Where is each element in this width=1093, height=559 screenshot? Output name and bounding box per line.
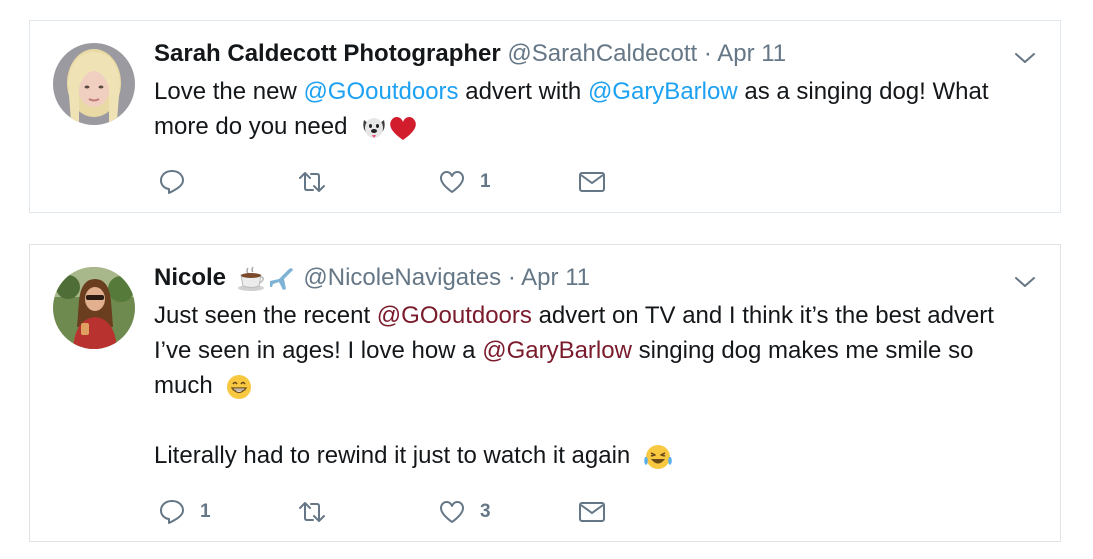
tweet-header: Sarah Caldecott Photographer @SarahCalde… xyxy=(154,39,786,69)
red-heart-emoji xyxy=(390,116,416,140)
avatar[interactable] xyxy=(53,43,135,125)
tweet-text-line: more do you need xyxy=(154,109,989,144)
tweet-date[interactable]: Apr 11 xyxy=(717,40,786,67)
tweet-card[interactable]: Sarah Caldecott Photographer @SarahCalde… xyxy=(29,20,1061,213)
user-handle[interactable]: @NicoleNavigates xyxy=(303,264,501,291)
retweet-icon xyxy=(299,172,325,192)
tweet-text: Just seen the recent @GOoutdoors advert … xyxy=(154,298,994,473)
mention-link[interactable]: @GOoutdoors xyxy=(303,78,458,105)
text-segment: advert with xyxy=(458,78,588,105)
reply-count: 1 xyxy=(200,501,211,522)
text-segment: advert on TV and I think it’s the best a… xyxy=(531,302,994,329)
tweet-card[interactable]: Nicole @NicoleNavigates · Apr 11 Just se… xyxy=(29,244,1061,542)
retweet-button[interactable] xyxy=(298,497,340,527)
tweet-header: Nicole @NicoleNavigates · Apr 11 xyxy=(154,263,590,293)
reply-button[interactable] xyxy=(158,167,200,197)
mention-link[interactable]: @GaryBarlow xyxy=(482,337,632,364)
grinning-face-emoji xyxy=(227,374,252,399)
tweet-text-line: Just seen the recent @GOoutdoors advert … xyxy=(154,298,994,333)
tweet-text-line: Literally had to rewind it just to watch… xyxy=(154,438,994,473)
direct-message-button[interactable] xyxy=(578,497,606,527)
text-segment: Literally had to rewind it just to watch… xyxy=(154,442,631,469)
heart-icon xyxy=(439,501,465,523)
text-segment: Love the new xyxy=(154,78,304,105)
display-name[interactable]: Sarah Caldecott Photographer xyxy=(154,40,501,67)
tweet-text: Love the new @GOoutdoors advert with @Ga… xyxy=(154,74,989,144)
retweet-button[interactable] xyxy=(298,167,340,197)
chevron-down-icon[interactable] xyxy=(1014,271,1036,293)
retweet-icon xyxy=(299,502,325,522)
like-button[interactable]: 3 xyxy=(438,497,491,527)
airplane-emoji xyxy=(269,267,293,290)
like-button[interactable]: 1 xyxy=(438,167,491,197)
envelope-icon xyxy=(579,172,605,192)
reply-button[interactable]: 1 xyxy=(158,497,211,527)
tweet-text-line: I’ve seen in ages! I love how a @GaryBar… xyxy=(154,333,994,368)
like-count: 3 xyxy=(480,501,491,522)
separator: · xyxy=(703,40,712,67)
chevron-down-icon[interactable] xyxy=(1014,47,1036,69)
text-segment: singing dog makes me smile so xyxy=(631,337,974,364)
tweet-text-line: Love the new @GOoutdoors advert with @Ga… xyxy=(154,74,989,109)
user-handle[interactable]: @SarahCaldecott xyxy=(507,40,697,67)
tweet-text-line: much xyxy=(154,368,994,403)
tears-of-joy-emoji xyxy=(644,444,672,469)
separator: · xyxy=(507,264,516,291)
dog-face-emoji xyxy=(363,117,385,138)
text-segment: much xyxy=(154,372,213,399)
heart-icon xyxy=(439,171,465,193)
tweet-date[interactable]: Apr 11 xyxy=(521,264,590,291)
hot-beverage-emoji xyxy=(237,266,264,291)
text-segment: I’ve seen in ages! I love how a xyxy=(154,337,483,364)
envelope-icon xyxy=(579,502,605,522)
mention-link[interactable]: @GOoutdoors xyxy=(377,302,532,329)
reply-icon xyxy=(160,500,184,524)
display-name[interactable]: Nicole xyxy=(154,264,226,291)
avatar[interactable] xyxy=(53,267,135,349)
like-count: 1 xyxy=(480,171,491,192)
direct-message-button[interactable] xyxy=(578,167,606,197)
reply-icon xyxy=(160,170,184,194)
text-segment: as a singing dog! What xyxy=(737,78,989,105)
mention-link[interactable]: @GaryBarlow xyxy=(588,78,738,105)
text-segment: more do you need xyxy=(154,113,348,140)
text-segment: Just seen the recent xyxy=(154,302,377,329)
